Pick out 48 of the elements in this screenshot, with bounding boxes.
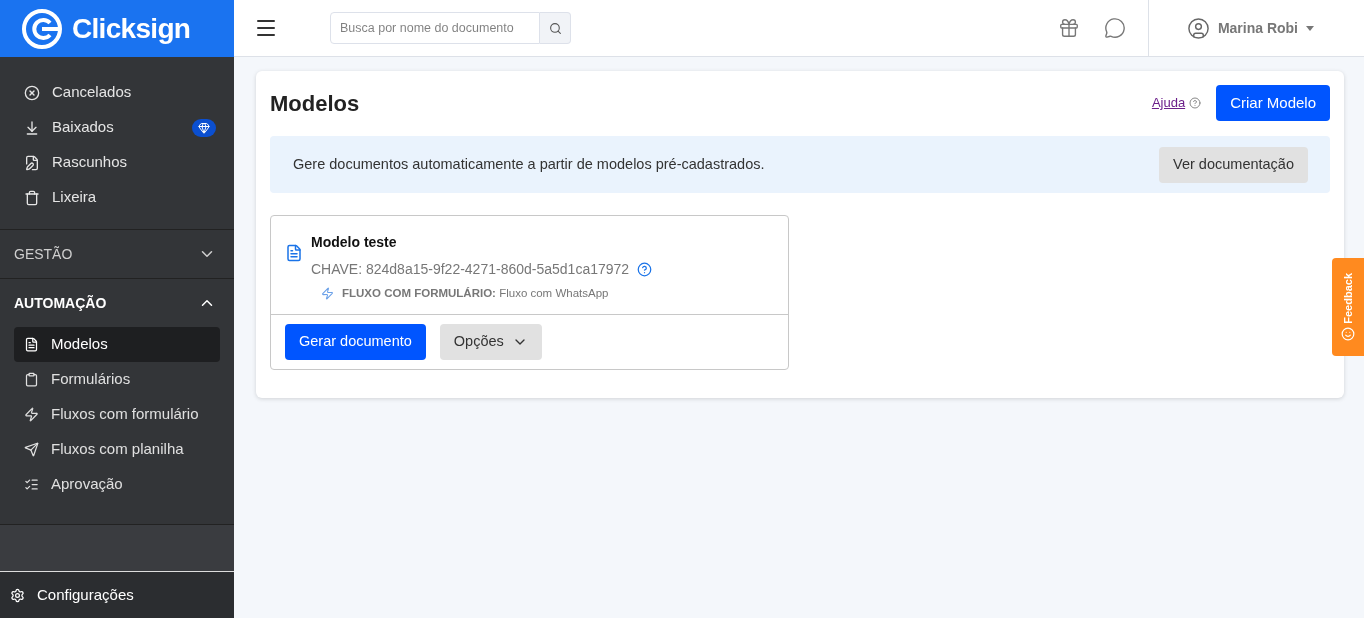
search-button[interactable] (540, 12, 571, 44)
clipboard-icon (24, 372, 39, 387)
paper-plane-icon (24, 442, 39, 457)
smile-icon (1341, 327, 1355, 342)
sidebar-item[interactable]: Formulários (14, 362, 220, 397)
settings-icon (10, 587, 25, 603)
options-button[interactable]: Opções (439, 324, 542, 361)
section-header[interactable]: GESTÃO (0, 230, 234, 278)
trash-icon (24, 189, 40, 206)
sidebar-item[interactable]: Fluxos com planilha (14, 432, 220, 467)
user-menu[interactable]: Marina Robi (1217, 17, 1314, 39)
help-icon[interactable] (637, 262, 653, 277)
checklist-icon (24, 477, 39, 492)
draft-icon (24, 154, 40, 171)
sidebar-item[interactable]: Rascunhos (0, 145, 234, 180)
flow-info: FLUXO COM FORMULÁRIO: Fluxo com WhatsApp (342, 286, 609, 301)
help-link[interactable]: Ajuda (1151, 93, 1202, 113)
diamond-badge (192, 118, 216, 137)
chat-icon[interactable] (1103, 17, 1126, 39)
search-icon (548, 21, 562, 35)
create-model-button[interactable]: Criar Modelo (1216, 85, 1330, 121)
document-icon (285, 244, 303, 262)
lightning-icon (321, 287, 334, 301)
download-icon (24, 119, 40, 136)
section-header[interactable]: AUTOMAÇÃO (0, 279, 234, 327)
sidebar-item[interactable]: Cancelados (0, 75, 234, 110)
logo-icon (20, 6, 64, 51)
sidebar-item[interactable]: Aprovação (14, 467, 220, 502)
sidebar-item[interactable]: Fluxos com formulário (14, 397, 220, 432)
cancel-icon (24, 84, 40, 101)
caret-icon (1306, 25, 1314, 31)
documentation-button[interactable]: Ver documentação (1159, 146, 1308, 183)
document-icon (24, 337, 39, 352)
lightning-icon (24, 407, 39, 422)
brand-name: Clicksign (72, 11, 191, 46)
sidebar-item[interactable]: Lixeira (0, 180, 234, 215)
sidebar-item[interactable]: Baixados (0, 110, 234, 145)
model-name: Modelo teste (311, 233, 398, 252)
help-icon (1189, 97, 1202, 109)
page-title: Modelos (270, 89, 361, 118)
sidebar-item[interactable]: Modelos (14, 327, 220, 362)
settings-item[interactable]: Configurações (0, 571, 234, 618)
banner-text: Gere documentos automaticamente a partir de modelos pré-cadastrados. (293, 154, 766, 174)
generate-document-button[interactable]: Gerar documento (285, 324, 426, 361)
model-key: CHAVE: 824d8a15-9f22-4271-860d-5a5d1ca17972 (311, 259, 630, 280)
search-field[interactable]: Busca por nome do documento (330, 12, 540, 44)
avatar-icon (1186, 16, 1210, 40)
gift-icon[interactable] (1057, 17, 1080, 39)
